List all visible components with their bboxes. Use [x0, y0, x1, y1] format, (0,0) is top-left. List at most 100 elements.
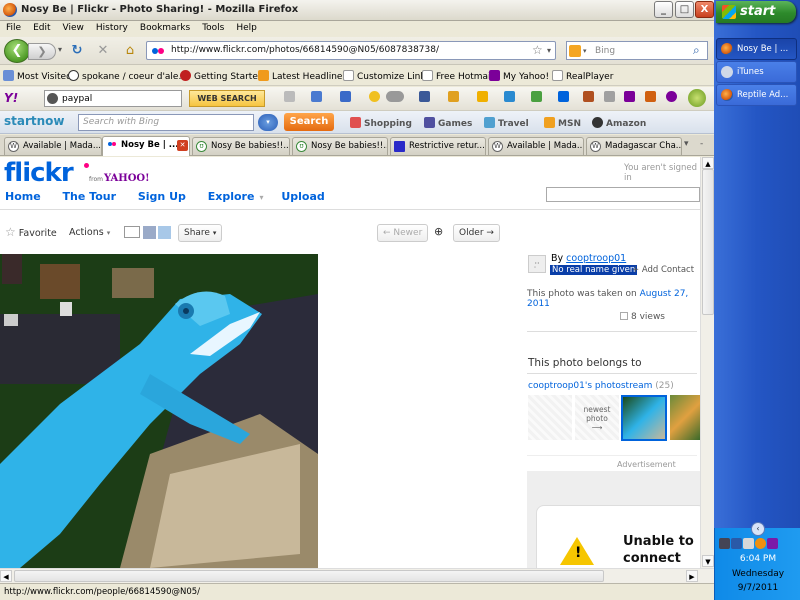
yahoo-logo[interactable]: Y! [4, 91, 18, 105]
nav-tour[interactable]: The Tour [63, 190, 116, 203]
bookmark-customize-links[interactable]: Customize Links [343, 70, 430, 82]
menu-edit[interactable]: Edit [27, 21, 56, 33]
back-button[interactable]: ❮ [4, 39, 30, 63]
tab-restrictive-retur[interactable]: Restrictive retur... [390, 137, 486, 155]
menu-help[interactable]: Help [230, 21, 263, 33]
tab-madagascar-cha[interactable]: W Madagascar Cha... [586, 137, 682, 155]
bookmark-free-hotmail[interactable]: Free Hotmail [422, 70, 493, 82]
close-button[interactable]: X [695, 1, 714, 18]
zoom-icon[interactable]: ⊕ [434, 225, 443, 238]
startnow-search-input[interactable]: Search with Bing [78, 114, 254, 131]
page-icon [422, 70, 433, 81]
bookmark-spokane[interactable]: spokane / coeur d'ale... [68, 70, 187, 82]
web-search-button[interactable]: WEB SEARCH [189, 90, 265, 107]
bookmark-most-visited[interactable]: Most Visited [3, 70, 72, 82]
tray-expand-icon[interactable]: ‹ [751, 522, 765, 536]
vscroll-thumb[interactable] [702, 169, 714, 315]
flickr-search-input[interactable] [546, 187, 700, 202]
tab-list-dropdown-icon[interactable]: ▾ [684, 139, 689, 149]
tab-scroll-icon[interactable]: - [700, 139, 703, 149]
search-bar[interactable]: ▾ Bing ⌕ [566, 41, 708, 60]
nav-signup[interactable]: Sign Up [138, 190, 186, 203]
older-button[interactable]: Older → [453, 224, 500, 242]
scroll-left-icon[interactable]: ◀ [0, 570, 12, 582]
stop-icon[interactable]: ✕ [94, 42, 112, 60]
amazon-link[interactable]: Amazon [592, 117, 646, 129]
startnow-search-button[interactable]: Search [284, 113, 334, 131]
menu-view[interactable]: View [57, 21, 90, 33]
tab-available-mada[interactable]: W Available | Mada... [4, 137, 102, 155]
start-button[interactable]: start [716, 1, 796, 23]
photostream-link[interactable]: cooptroop01's photostream (25) [528, 381, 674, 391]
reload-icon[interactable]: ↻ [68, 42, 86, 60]
travel-link[interactable]: Travel [484, 117, 529, 129]
magnifier-icon[interactable]: ⌕ [693, 43, 700, 58]
settings-gear-icon[interactable] [688, 89, 706, 107]
nav-upload[interactable]: Upload [281, 190, 324, 203]
next-photo-thumb[interactable] [670, 395, 700, 440]
app-icon[interactable] [767, 538, 778, 549]
shopping-link[interactable]: Shopping [350, 117, 412, 129]
horizontal-scrollbar[interactable]: ◀ ▶ [0, 568, 714, 583]
url-bar[interactable]: http://www.flickr.com/photos/66814590@N0… [146, 41, 556, 60]
bookmark-realplayer[interactable]: RealPlayer [552, 70, 613, 82]
maximize-button[interactable]: □ [675, 1, 694, 18]
history-dropdown-icon[interactable]: ▾ [58, 45, 62, 54]
twitter-icon[interactable] [158, 226, 171, 239]
explore-dropdown-icon[interactable]: ▾ [259, 193, 263, 202]
games-link[interactable]: Games [424, 117, 472, 129]
network-icon[interactable] [719, 538, 730, 549]
nav-home[interactable]: Home [5, 190, 41, 203]
flickr-icon [106, 140, 117, 151]
facebook-icon[interactable] [143, 226, 156, 239]
tab-nosy-be-flickr[interactable]: Nosy Be | ... ✕ [102, 136, 190, 156]
menu-tools[interactable]: Tools [196, 21, 230, 33]
main-photo[interactable] [0, 254, 318, 568]
email-icon[interactable] [124, 226, 140, 238]
yahoo-search-input[interactable]: paypal [44, 90, 182, 107]
bookmark-getting-started[interactable]: Getting Started [180, 70, 264, 82]
volume-icon[interactable] [743, 538, 754, 549]
scroll-right-icon[interactable]: ▶ [686, 570, 698, 582]
bookmark-my-yahoo[interactable]: My Yahoo! [489, 70, 549, 82]
menu-bookmarks[interactable]: Bookmarks [134, 21, 196, 33]
clock-date: 9/7/2011 [737, 583, 779, 593]
bookmark-latest-headlines[interactable]: Latest Headlines [258, 70, 347, 82]
menu-history[interactable]: History [90, 21, 134, 33]
update-icon[interactable] [755, 538, 766, 549]
bookmark-star-icon[interactable]: ☆ [532, 43, 543, 57]
tab-nosy-be-babies-2[interactable]: ʊ Nosy Be babies!!... [292, 137, 388, 155]
clock-time[interactable]: 6:04 PM [715, 554, 800, 564]
tab-close-icon[interactable]: ✕ [177, 140, 188, 151]
forward-button[interactable]: ❯ [28, 43, 56, 60]
add-contact-link[interactable]: + Add Contact [632, 265, 694, 275]
engine-select-icon[interactable]: ▾ [258, 114, 278, 131]
favorite-button[interactable]: ☆ Favorite [5, 225, 57, 239]
tab-available-mada-2[interactable]: W Available | Mada... [488, 137, 584, 155]
newer-button[interactable]: ← Newer [377, 224, 429, 242]
url-dropdown-icon[interactable]: ▾ [547, 46, 551, 55]
taskbar-item-firefox[interactable]: Nosy Be | ... [716, 38, 797, 60]
page-icon [552, 70, 563, 81]
rss-icon [258, 70, 269, 81]
owner-name-link[interactable]: cooptroop01 [566, 253, 626, 264]
buddy-icon[interactable]: ·̣· [528, 255, 546, 273]
network2-icon[interactable] [731, 538, 742, 549]
taskbar-item-itunes[interactable]: iTunes [716, 61, 797, 83]
taskbar-item-reptile[interactable]: Reptile Ad... [716, 84, 797, 106]
title-bar[interactable]: Nosy Be | Flickr - Photo Sharing! - Mozi… [0, 0, 714, 21]
menu-file[interactable]: File [0, 21, 27, 33]
vertical-scrollbar[interactable]: ▲ ▼ [700, 157, 714, 568]
hscroll-thumb[interactable] [14, 570, 604, 582]
nav-explore[interactable]: Explore [208, 190, 255, 203]
home-icon[interactable]: ⌂ [121, 42, 139, 60]
flickr-logo[interactable]: flickr [4, 158, 74, 188]
tab-nosy-be-babies-1[interactable]: ʊ Nosy Be babies!!... [192, 137, 290, 155]
minimize-button[interactable]: _ [654, 1, 673, 18]
current-photo-thumb[interactable] [621, 395, 667, 441]
share-button[interactable]: Share ▾ [178, 224, 223, 242]
msn-link[interactable]: MSN [544, 117, 581, 129]
scroll-up-icon[interactable]: ▲ [702, 157, 714, 169]
scroll-down-icon[interactable]: ▼ [702, 555, 714, 567]
actions-menu[interactable]: Actions ▾ [69, 227, 110, 238]
